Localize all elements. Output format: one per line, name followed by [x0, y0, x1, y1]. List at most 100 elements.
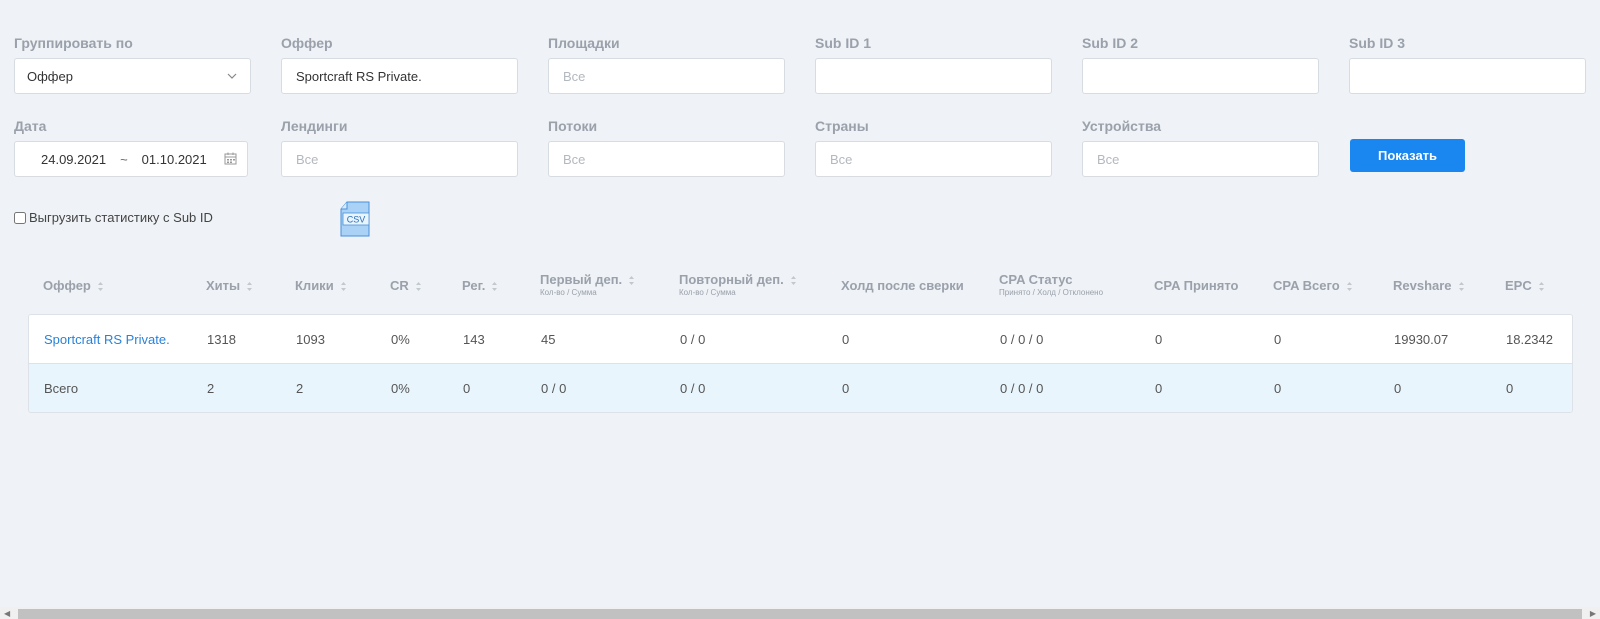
- table-cell-first-dep: 0 / 0: [541, 381, 567, 396]
- table-cell-clicks: 2: [296, 381, 304, 396]
- column-header-label: Хиты: [206, 278, 241, 293]
- table-cell-reg: 0: [463, 381, 471, 396]
- table-cell-cr: 0%: [391, 332, 410, 347]
- export-sub-id-checkbox[interactable]: [14, 211, 26, 224]
- date-to: 01.10.2021: [141, 151, 207, 167]
- table-cell-offer: Всего: [44, 381, 79, 396]
- horizontal-scrollbar[interactable]: ◀ ▶: [0, 607, 1600, 619]
- column-header-hits[interactable]: Хиты: [206, 278, 253, 293]
- table-cell-cpa-total: 0: [1274, 332, 1282, 347]
- column-header-label: Клики: [295, 278, 334, 293]
- column-header-cr[interactable]: CR: [390, 278, 422, 293]
- column-header-sublabel: Кол-во / Сумма: [540, 288, 597, 297]
- column-header-clicks[interactable]: Клики: [295, 278, 347, 293]
- sort-icon[interactable]: [491, 281, 498, 292]
- date-range-picker[interactable]: 24.09.2021 ~ 01.10.2021: [14, 141, 248, 177]
- column-header-label: Оффер: [43, 278, 91, 293]
- platforms-label: Площадки: [548, 35, 620, 51]
- column-header-sublabel: Принято / Холд / Отклонено: [999, 288, 1104, 297]
- scrollbar-thumb[interactable]: [18, 609, 1582, 619]
- platforms-input[interactable]: [561, 67, 772, 85]
- table-cell-cpa-status: 0 / 0 / 0: [1000, 381, 1044, 396]
- date-label: Дата: [14, 118, 47, 134]
- column-header-label: CR: [390, 278, 409, 293]
- chevron-down-icon: [227, 73, 237, 79]
- sort-icon[interactable]: [1458, 281, 1465, 292]
- offer-input[interactable]: [294, 67, 505, 85]
- sort-icon[interactable]: [1538, 281, 1545, 292]
- sort-icon[interactable]: [246, 281, 253, 292]
- sub-id-3-field[interactable]: [1349, 58, 1586, 94]
- platforms-field[interactable]: [548, 58, 785, 94]
- table-total-row: Всего 2 2 0% 0 0 / 0 0 / 0 0 0 / 0 / 0 0 0 0 0: [29, 364, 1572, 412]
- table-cell-repeat-dep: 0 / 0: [680, 381, 706, 396]
- table-cell-hits: 2: [207, 381, 215, 396]
- sub-id-1-field[interactable]: [815, 58, 1052, 94]
- table-cell-cpa-accepted: 0: [1155, 381, 1163, 396]
- sort-icon[interactable]: [1346, 281, 1353, 292]
- table-cell-hold-after-check: 0: [842, 381, 850, 396]
- column-header-revshare[interactable]: Revshare: [1393, 278, 1465, 293]
- column-header-hold-after-check: Холд после сверки: [841, 278, 964, 293]
- column-header-first-dep[interactable]: Первый деп. Кол-во / Сумма: [540, 272, 635, 297]
- table-cell-clicks: 1093: [296, 332, 325, 347]
- column-header-epc[interactable]: EPC: [1505, 278, 1545, 293]
- export-sub-id-option[interactable]: Выгрузить статистику с Sub ID: [14, 210, 213, 225]
- column-header-label: Revshare: [1393, 278, 1452, 293]
- csv-icon-label: CSV: [347, 215, 366, 225]
- streams-field[interactable]: [548, 141, 785, 177]
- sort-icon[interactable]: [97, 281, 104, 292]
- column-header-sublabel: Кол-во / Сумма: [679, 288, 736, 297]
- group-by-select[interactable]: Оффер: [14, 58, 251, 94]
- column-header-reg[interactable]: Рег.: [462, 278, 498, 293]
- column-header-cpa-total[interactable]: CPA Всего: [1273, 278, 1353, 293]
- date-from: 24.09.2021: [41, 151, 107, 167]
- devices-label: Устройства: [1082, 118, 1162, 134]
- sub-id-2-label: Sub ID 2: [1082, 35, 1139, 51]
- show-button[interactable]: Показать: [1350, 139, 1465, 172]
- devices-field[interactable]: [1082, 141, 1319, 177]
- column-header-label: Рег.: [462, 278, 486, 293]
- streams-input[interactable]: [561, 150, 772, 168]
- landings-input[interactable]: [294, 150, 505, 168]
- sub-id-3-label: Sub ID 3: [1349, 35, 1406, 51]
- offer-link[interactable]: Sportcraft RS Private.: [44, 332, 170, 347]
- date-separator: ~: [120, 151, 128, 167]
- scroll-right-icon[interactable]: ▶: [1590, 609, 1596, 618]
- landings-field[interactable]: [281, 141, 518, 177]
- countries-field[interactable]: [815, 141, 1052, 177]
- table-cell-revshare: 19930.07: [1394, 332, 1449, 347]
- table-cell-cpa-status: 0 / 0 / 0: [1000, 332, 1044, 347]
- sub-id-2-input[interactable]: [1095, 67, 1306, 85]
- column-header-label: Первый деп.: [540, 272, 623, 287]
- sub-id-1-input[interactable]: [828, 67, 1039, 85]
- sort-icon[interactable]: [340, 281, 347, 292]
- table-cell-first-dep: 45: [541, 332, 556, 347]
- countries-input[interactable]: [828, 150, 1039, 168]
- column-header-label: Холд после сверки: [841, 278, 964, 293]
- sub-id-2-field[interactable]: [1082, 58, 1319, 94]
- stats-table: Sportcraft RS Private. 1318 1093 0% 143 45 0 /…: [28, 314, 1573, 413]
- sort-icon[interactable]: [628, 275, 635, 286]
- column-header-repeat-dep[interactable]: Повторный деп. Кол-во / Сумма: [679, 272, 797, 297]
- column-header-label: EPC: [1505, 278, 1532, 293]
- sort-icon[interactable]: [415, 281, 422, 292]
- table-cell-reg: 143: [463, 332, 485, 347]
- offer-label: Оффер: [281, 35, 333, 51]
- landings-label: Лендинги: [281, 118, 348, 134]
- table-cell-hold-after-check: 0: [842, 332, 850, 347]
- export-sub-id-label: Выгрузить статистику с Sub ID: [29, 210, 213, 225]
- column-header-label: CPA Всего: [1273, 278, 1340, 293]
- offer-field[interactable]: [281, 58, 518, 94]
- countries-label: Страны: [815, 118, 869, 134]
- csv-download-icon[interactable]: CSV: [339, 201, 371, 237]
- sub-id-3-input[interactable]: [1362, 67, 1573, 85]
- sort-icon[interactable]: [790, 275, 797, 286]
- column-header-offer[interactable]: Оффер: [43, 278, 104, 293]
- devices-input[interactable]: [1095, 150, 1306, 168]
- table-cell-revshare: 0: [1394, 381, 1402, 396]
- group-by-label: Группировать по: [14, 35, 133, 51]
- column-header-label: CPA Статус: [999, 272, 1073, 287]
- table-cell-epc: 18.2342: [1506, 332, 1553, 347]
- scroll-left-icon[interactable]: ◀: [4, 609, 10, 618]
